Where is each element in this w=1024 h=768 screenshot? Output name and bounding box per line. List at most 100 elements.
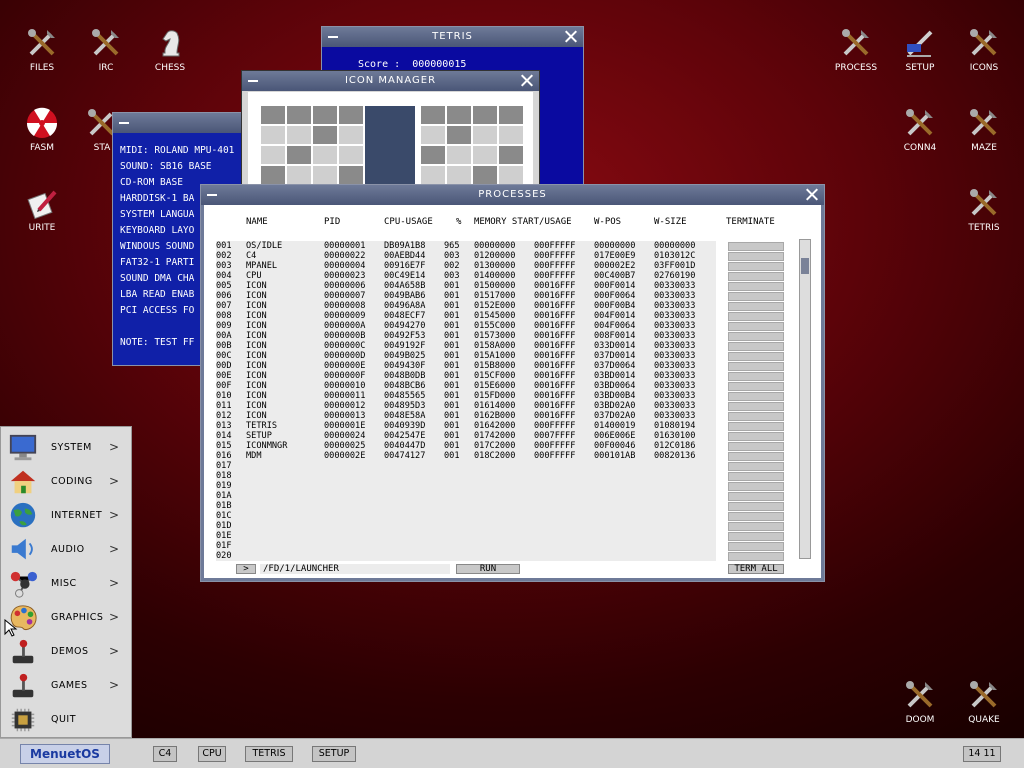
icon-slot[interactable] xyxy=(447,106,471,124)
terminate-button[interactable] xyxy=(728,382,784,391)
terminate-button[interactable] xyxy=(728,502,784,511)
desktop-icon-quake[interactable]: QUAKE xyxy=(954,678,1014,725)
launcher-item-internet[interactable]: INTERNET > xyxy=(1,499,132,533)
table-row[interactable]: 014 SETUP 00000024 0042547E 001 01742000 0007F… xyxy=(204,431,804,441)
table-row[interactable]: 008 ICON 00000009 0048ECF7 001 01545000 00016F… xyxy=(204,311,804,321)
terminate-button[interactable] xyxy=(728,462,784,471)
icon-slot[interactable] xyxy=(313,126,337,144)
icon-slot[interactable] xyxy=(447,126,471,144)
launcher-item-system[interactable]: SYSTEM > xyxy=(1,431,132,465)
table-row[interactable]: 01E xyxy=(204,531,804,541)
table-row[interactable]: 01F xyxy=(204,541,804,551)
table-row[interactable]: 01D xyxy=(204,521,804,531)
table-row[interactable]: 016 MDM 0000002E 00474127 001 018C2000 000FFFF… xyxy=(204,451,804,461)
icon-slot[interactable] xyxy=(339,106,363,124)
icon-grid[interactable] xyxy=(261,106,523,186)
table-row[interactable]: 012 ICON 00000013 0048E58A 001 0162B000 00016F… xyxy=(204,411,804,421)
terminate-button[interactable] xyxy=(728,432,784,441)
launcher-item-audio[interactable]: AUDIO > xyxy=(1,533,132,567)
desktop-icon-setup[interactable]: SETUP xyxy=(890,26,950,73)
icon-slot[interactable] xyxy=(499,106,523,124)
terminate-button[interactable] xyxy=(728,482,784,491)
table-row[interactable]: 00B ICON 0000000C 0049192F 001 0158A000 00016F… xyxy=(204,341,804,351)
desktop-icon-icons[interactable]: ICONS xyxy=(954,26,1014,73)
table-row[interactable]: 001 OS/IDLE 00000001 DB09A1B8 965 00000000 000… xyxy=(204,241,804,251)
icon-slot[interactable] xyxy=(421,146,445,164)
desktop-icon-doom[interactable]: DOOM xyxy=(890,678,950,725)
desktop-icon-tetris[interactable]: TETRIS xyxy=(954,186,1014,233)
menuetos-menu-button[interactable]: MenuetOS xyxy=(20,744,110,764)
table-row[interactable]: 00A ICON 0000000B 00492F53 001 01573000 00016F… xyxy=(204,331,804,341)
task-button-tetris[interactable]: TETRIS xyxy=(245,746,293,762)
table-row[interactable]: 020 xyxy=(204,551,804,561)
icon-slot[interactable] xyxy=(473,106,497,124)
table-row[interactable]: 01A xyxy=(204,491,804,501)
minimize-icon[interactable] xyxy=(207,194,217,196)
task-button-setup[interactable]: SETUP xyxy=(312,746,356,762)
terminate-button[interactable] xyxy=(728,402,784,411)
table-row[interactable]: 007 ICON 00000008 00496A8A 001 0152E000 00016F… xyxy=(204,301,804,311)
terminate-button[interactable] xyxy=(728,252,784,261)
table-row[interactable]: 002 C4 00000022 00AEBD44 003 01200000 000FFFFF… xyxy=(204,251,804,261)
desktop-icon-files[interactable]: FILES xyxy=(12,26,72,73)
icon-slot[interactable] xyxy=(287,166,311,184)
desktop-icon-maze[interactable]: MAZE xyxy=(954,106,1014,153)
minimize-icon[interactable] xyxy=(328,36,338,38)
table-row[interactable]: 00E ICON 0000000F 0048B0DB 001 015CF000 00016F… xyxy=(204,371,804,381)
table-row[interactable]: 011 ICON 00000012 004895D3 001 01614000 00016F… xyxy=(204,401,804,411)
selected-icon-slot[interactable] xyxy=(365,106,415,186)
terminate-button[interactable] xyxy=(728,312,784,321)
table-row[interactable]: 00D ICON 0000000E 0049430F 001 015B8000 00016F… xyxy=(204,361,804,371)
table-row[interactable]: 00C ICON 0000000D 0049B025 001 015A1000 00016F… xyxy=(204,351,804,361)
run-button[interactable]: RUN xyxy=(456,564,520,574)
launcher-item-coding[interactable]: CODING > xyxy=(1,465,132,499)
terminate-button[interactable] xyxy=(728,332,784,341)
table-row[interactable]: 015 ICONMNGR 00000025 0040447D 001 017C2000 00… xyxy=(204,441,804,451)
close-icon[interactable] xyxy=(520,73,534,87)
icon-slot[interactable] xyxy=(473,146,497,164)
icon-slot[interactable] xyxy=(473,166,497,184)
icon-slot[interactable] xyxy=(261,146,285,164)
terminate-button[interactable] xyxy=(728,352,784,361)
path-button[interactable]: > xyxy=(236,564,256,574)
close-icon[interactable] xyxy=(805,187,819,201)
table-row[interactable]: 01C xyxy=(204,511,804,521)
processes-window[interactable]: PROCESSES NAME PID CPU-USAGE % MEMORY ST… xyxy=(200,184,825,582)
desktop-icon-write[interactable]: URITE xyxy=(12,186,72,233)
icon-slot[interactable] xyxy=(421,106,445,124)
path-input[interactable]: /FD/1/LAUNCHER xyxy=(260,564,450,574)
icon-slot[interactable] xyxy=(421,126,445,144)
table-row[interactable]: 019 xyxy=(204,481,804,491)
terminate-button[interactable] xyxy=(728,452,784,461)
icon-slot[interactable] xyxy=(499,126,523,144)
desktop-icon-fasm[interactable]: FASM xyxy=(12,106,72,153)
terminate-button[interactable] xyxy=(728,472,784,481)
terminate-button[interactable] xyxy=(728,522,784,531)
icon-manager-window[interactable]: ICON MANAGER xyxy=(241,70,540,186)
desktop-icon-irc[interactable]: IRC xyxy=(76,26,136,73)
terminate-button[interactable] xyxy=(728,512,784,521)
icon-slot[interactable] xyxy=(499,146,523,164)
table-row[interactable]: 01B xyxy=(204,501,804,511)
icon-slot[interactable] xyxy=(287,126,311,144)
terminate-button[interactable] xyxy=(728,412,784,421)
launcher-item-graphics[interactable]: GRAPHICS > xyxy=(1,601,132,635)
table-row[interactable]: 006 ICON 00000007 0049BAB6 001 01517000 00016F… xyxy=(204,291,804,301)
minimize-icon[interactable] xyxy=(119,122,129,124)
table-row[interactable]: 009 ICON 0000000A 00494270 001 0155C000 00016F… xyxy=(204,321,804,331)
table-row[interactable]: 005 ICON 00000006 004A658B 001 01500000 00016F… xyxy=(204,281,804,291)
tetris-window-titlebar[interactable]: TETRIS xyxy=(322,27,583,47)
info-window-titlebar[interactable] xyxy=(113,113,251,133)
icon-slot[interactable] xyxy=(447,166,471,184)
table-row[interactable]: 004 CPU 00000023 00C49E14 003 01400000 000FFFF… xyxy=(204,271,804,281)
terminate-button[interactable] xyxy=(728,552,784,561)
launcher-item-games[interactable]: GAMES > xyxy=(1,669,132,703)
terminate-button[interactable] xyxy=(728,492,784,501)
desktop-icon-chess[interactable]: CHESS xyxy=(140,26,200,73)
close-icon[interactable] xyxy=(564,29,578,43)
table-row[interactable]: 003 MPANEL 00000004 00916E7F 002 01300000 000F… xyxy=(204,261,804,271)
icon-slot[interactable] xyxy=(473,126,497,144)
icon-slot[interactable] xyxy=(339,166,363,184)
desktop-icon-conn4[interactable]: CONN4 xyxy=(890,106,950,153)
terminate-button[interactable] xyxy=(728,272,784,281)
